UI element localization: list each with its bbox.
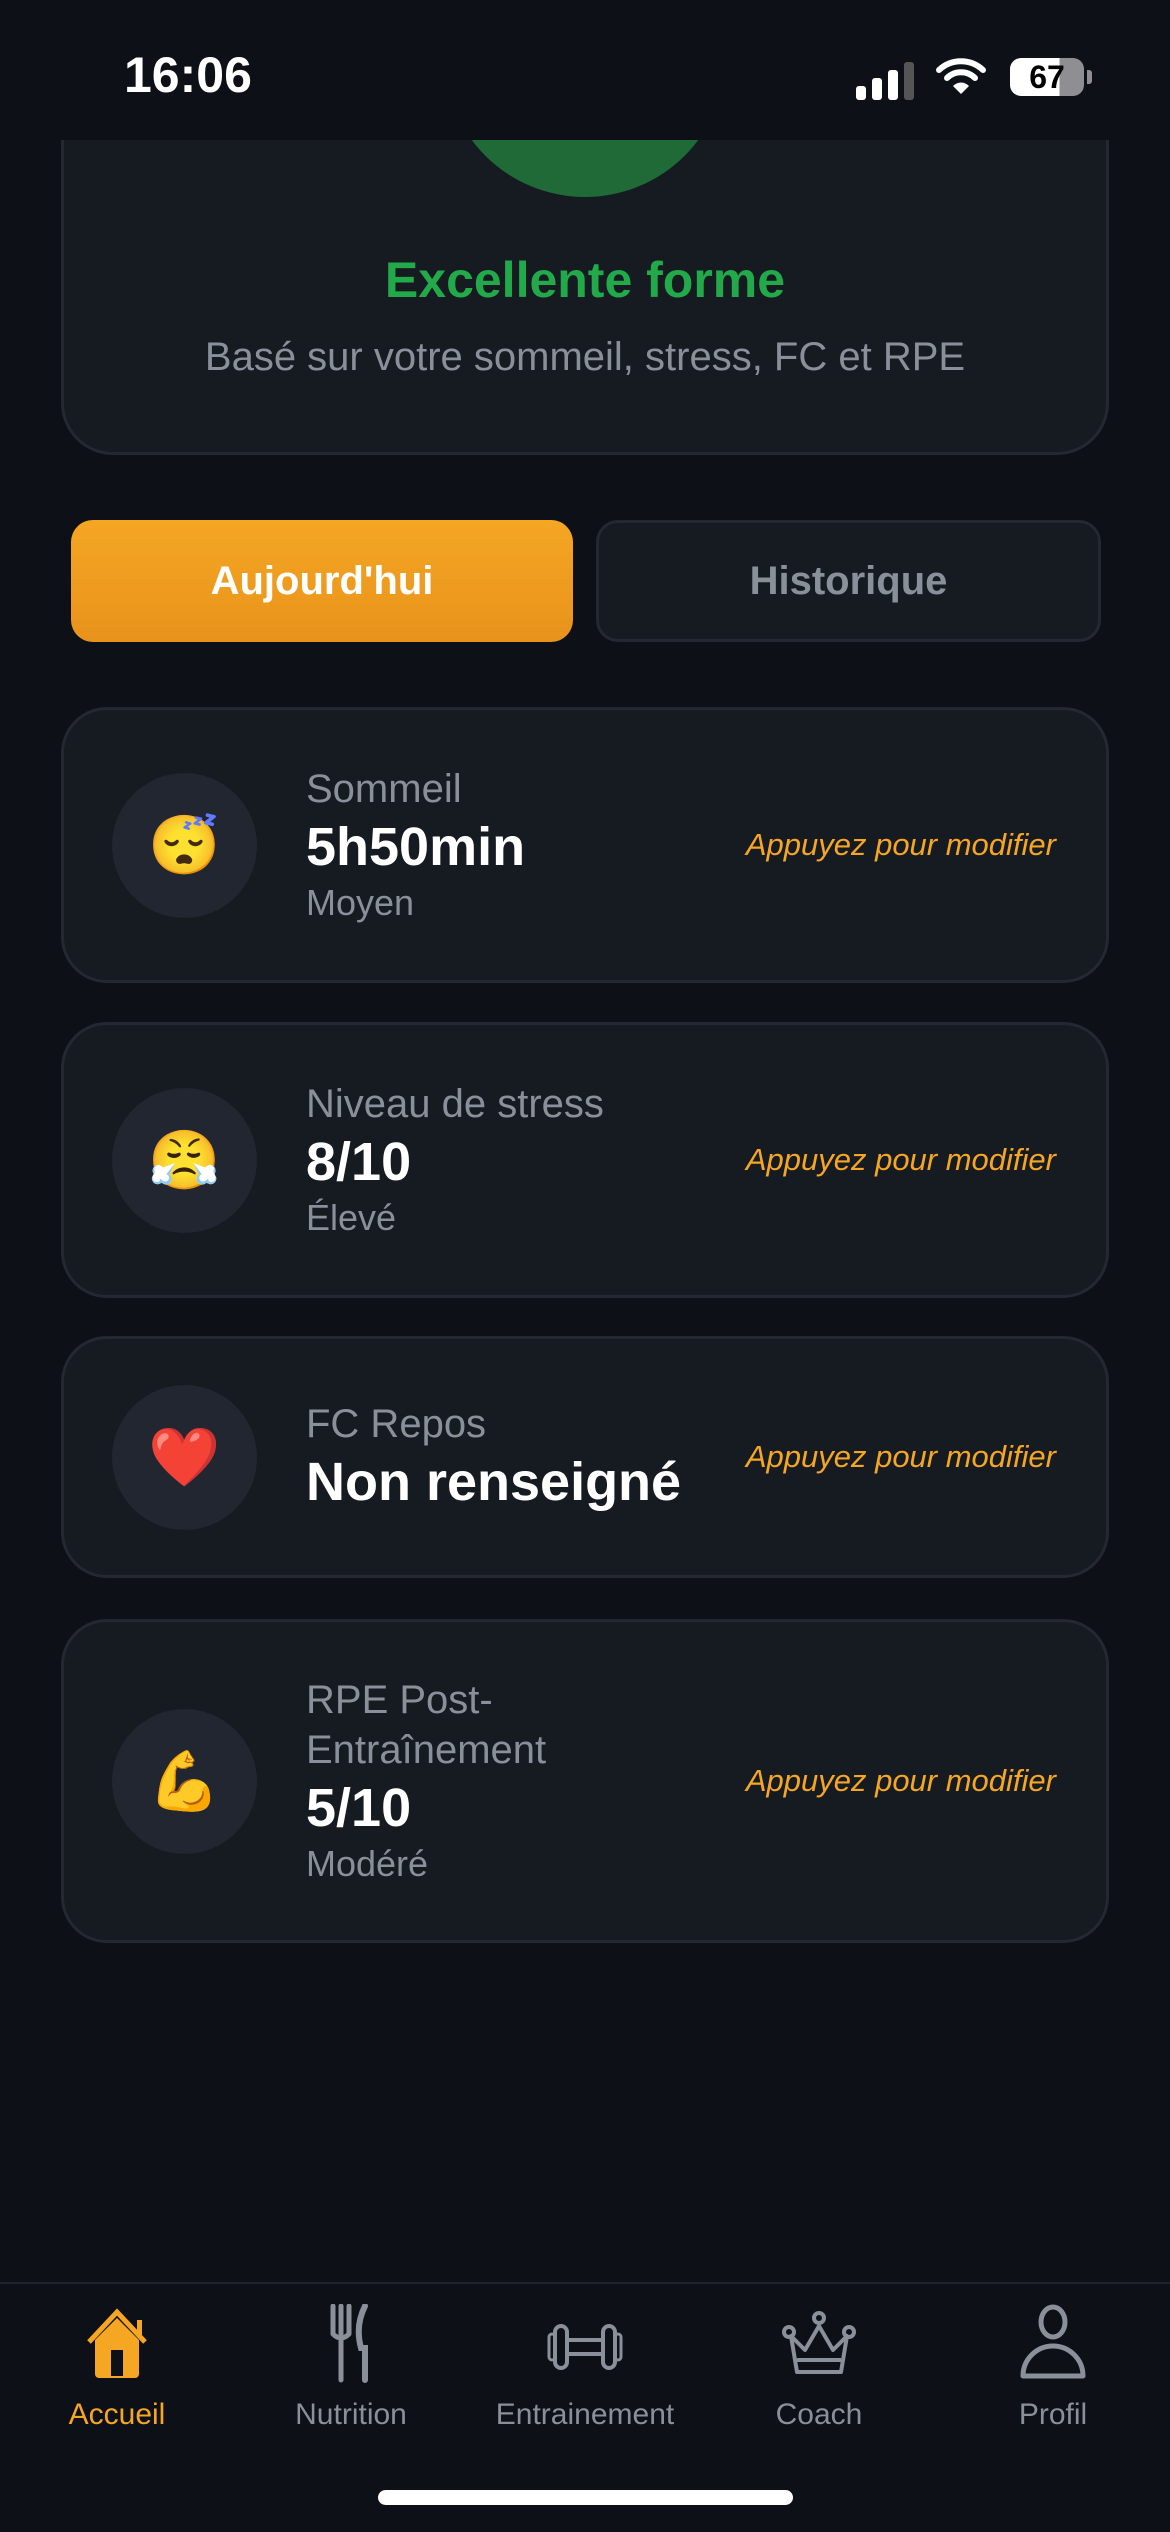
- nav-label: Coach: [775, 2398, 863, 2431]
- metric-card-resting-hr[interactable]: ❤️ FC Repos Non renseigné Appuyez pour mo…: [61, 1336, 1109, 1578]
- home-icon: [87, 2308, 147, 2378]
- crown-icon: [782, 2311, 856, 2374]
- metric-status: Élevé: [306, 1197, 397, 1238]
- metric-label: RPE Post-Entraînement: [306, 1678, 547, 1772]
- edit-hint[interactable]: Appuyez pour modifier: [746, 827, 1056, 863]
- signal-icon: [856, 62, 914, 100]
- nav-profile[interactable]: Profil: [936, 2304, 1170, 2432]
- nav-label: Entrainement: [495, 2398, 675, 2431]
- battery-tip: [1087, 70, 1092, 84]
- nav-training[interactable]: Entrainement: [468, 2304, 702, 2432]
- edit-hint[interactable]: Appuyez pour modifier: [746, 1439, 1056, 1475]
- metric-value: Non renseigné: [306, 1452, 682, 1512]
- sleeping-face-icon: 😴: [112, 773, 257, 918]
- status-bar: 16:06 67: [0, 0, 1170, 140]
- steam-face-icon: 😤: [112, 1088, 257, 1233]
- fork-knife-icon: [330, 2304, 368, 2383]
- nav-label: Nutrition: [295, 2398, 407, 2431]
- metric-value: 5h50min: [306, 817, 526, 877]
- flexed-biceps-icon: 💪: [112, 1709, 257, 1854]
- wifi-icon: [936, 58, 986, 94]
- metric-value: 5/10: [306, 1778, 412, 1838]
- metric-label: Sommeil: [306, 767, 462, 811]
- metric-status: Modéré: [306, 1843, 429, 1884]
- metric-card-sleep[interactable]: 😴 Sommeil 5h50min Moyen Appuyez pour modif…: [61, 707, 1109, 983]
- readiness-subtitle: Basé sur votre sommeil, stress, FC et RP…: [204, 335, 966, 379]
- metric-card-stress[interactable]: 😤 Niveau de stress 8/10 Élevé Appuyez pour…: [61, 1022, 1109, 1298]
- nav-coach[interactable]: Coach: [702, 2304, 936, 2432]
- tab-history[interactable]: Historique: [596, 520, 1101, 642]
- metric-value: 8/10: [306, 1132, 412, 1192]
- battery-icon: 67: [1010, 58, 1084, 96]
- nav-label: Accueil: [68, 2398, 166, 2431]
- metric-label: Niveau de stress: [306, 1082, 604, 1126]
- metric-status: Moyen: [306, 882, 415, 923]
- nav-label: Profil: [1018, 2398, 1088, 2431]
- metric-label: FC Repos: [306, 1402, 487, 1446]
- nav-home[interactable]: Accueil: [0, 2304, 234, 2432]
- home-indicator[interactable]: [378, 2490, 793, 2505]
- metric-card-rpe[interactable]: 💪 RPE Post-Entraînement 5/10 Modéré Appuye…: [61, 1619, 1109, 1943]
- person-icon: [1020, 2304, 1086, 2379]
- status-time: 16:06: [124, 47, 252, 103]
- edit-hint[interactable]: Appuyez pour modifier: [746, 1142, 1056, 1178]
- heart-icon: ❤️: [112, 1385, 257, 1530]
- readiness-title: Excellente forme: [384, 252, 786, 308]
- dumbbell-icon: [547, 2324, 623, 2370]
- tab-today[interactable]: Aujourd'hui: [71, 520, 573, 642]
- edit-hint[interactable]: Appuyez pour modifier: [746, 1763, 1056, 1799]
- nav-nutrition[interactable]: Nutrition: [234, 2304, 468, 2432]
